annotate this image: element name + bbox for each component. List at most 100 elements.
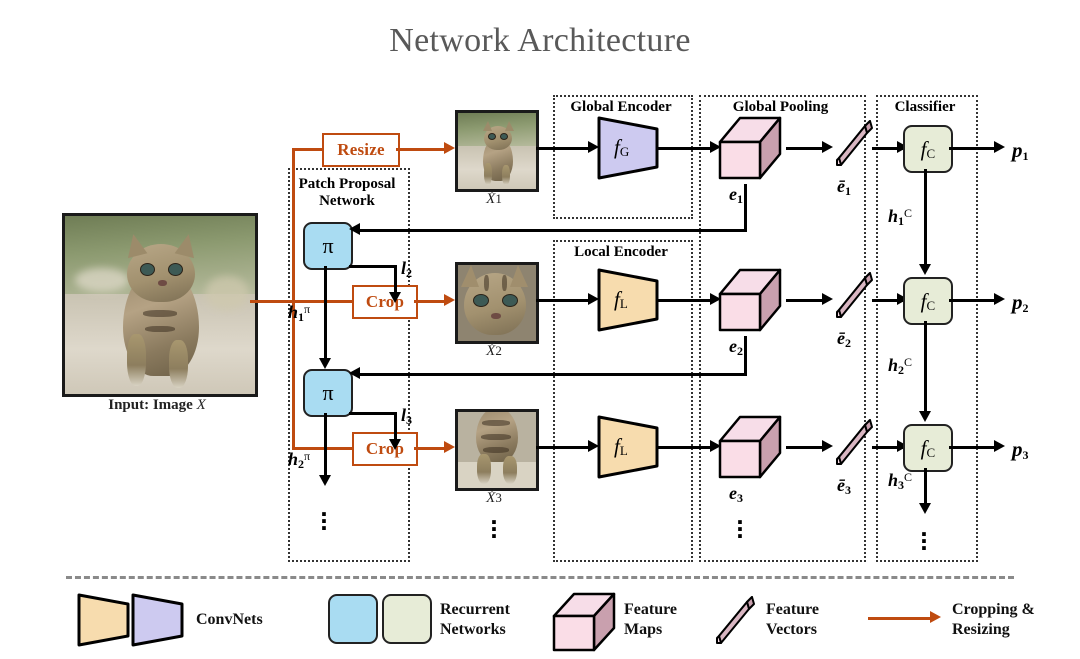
- fvec-base: ē: [837, 475, 845, 495]
- feedback1-horizontal: [360, 229, 747, 232]
- hidden-base: h: [288, 449, 299, 469]
- classifier-box-2[interactable]: fC: [903, 277, 953, 325]
- arrow-l2-down: [389, 292, 401, 303]
- photo-background-ground: [458, 462, 536, 488]
- photo-bokeh-1: [75, 268, 129, 292]
- patch-label-sub: 1: [495, 191, 502, 206]
- fvec-base: ē: [837, 176, 845, 196]
- policy2-to-l3-h: [349, 412, 397, 415]
- cat-stripe: [145, 326, 175, 332]
- input-image-caption: Input: Image X: [52, 397, 262, 414]
- cat-ear-right: [510, 265, 528, 287]
- fmap-sub: 1: [737, 192, 743, 206]
- dot: .: [920, 526, 928, 556]
- cat-leg: [502, 165, 510, 185]
- global-encoder-symbol: fG: [614, 135, 629, 160]
- cat-ear-right: [505, 121, 514, 131]
- classifier-hidden-label-1: h1C: [888, 206, 912, 229]
- classifier-symbol: fC: [921, 436, 936, 461]
- crop-button-2[interactable]: Crop: [352, 285, 418, 319]
- patch3-to-encoder-line: [536, 446, 588, 449]
- output-base: p: [1012, 437, 1023, 461]
- classifier1-to-output-arrow: [994, 140, 1005, 153]
- classifier3-to-output-arrow: [994, 439, 1005, 452]
- orange-arrow-to-patch2: [444, 293, 455, 306]
- legend-line1: Recurrent: [440, 601, 510, 618]
- policy1-to-l2-v: [394, 265, 397, 292]
- hidden-sup: C: [904, 355, 913, 369]
- photo-bokeh-2: [205, 276, 249, 310]
- policy-box-symbol: π: [322, 233, 334, 258]
- group-label-line1: Patch Proposal: [298, 176, 396, 192]
- orange-feed-from-input-row2: [250, 300, 293, 303]
- group-label-line2: Network: [319, 193, 375, 210]
- dot: .: [320, 506, 328, 536]
- cat-ear-left: [461, 265, 479, 287]
- classifier-symbol: fC: [921, 137, 936, 162]
- legend-rnn-green: [382, 594, 432, 644]
- legend-line2: Maps: [624, 621, 663, 638]
- location-label-2: l2: [401, 258, 412, 281]
- patch-image-1: [455, 110, 539, 192]
- resize-button[interactable]: Resize: [322, 133, 400, 167]
- patch2-to-encoder-line: [536, 299, 588, 302]
- local-encoder-symbol-3: fL: [614, 434, 628, 459]
- feature-map-3: [718, 411, 784, 488]
- crop-button-3[interactable]: Crop: [352, 432, 418, 466]
- orange-branch-to-resize: [292, 148, 322, 151]
- classifier-box-3[interactable]: fC: [903, 424, 953, 472]
- legend-line1: Feature: [766, 601, 820, 618]
- fvec-sub: 1: [845, 184, 851, 198]
- fmap2-to-vector-line: [786, 299, 822, 302]
- policy-hidden-label-1: h1π: [288, 302, 310, 325]
- patch-image-3: [455, 409, 539, 491]
- classifier-sub: C: [926, 297, 936, 313]
- legend-line2: Resizing: [952, 621, 1010, 638]
- cat-stripe: [481, 434, 511, 440]
- output-sub: 3: [1022, 448, 1029, 462]
- location-sub: 2: [406, 266, 413, 280]
- feature-map-label-1: e1: [729, 184, 743, 207]
- legend-line1: Cropping &: [952, 601, 1035, 618]
- feature-vector-label-2: ē2: [837, 328, 851, 351]
- feedback1-vertical: [744, 184, 747, 232]
- legend-orange-arrow-line: [868, 617, 930, 620]
- orange-crop3-out: [414, 447, 444, 450]
- classifier-box-1[interactable]: fC: [903, 125, 953, 173]
- feature-map-1: [718, 112, 784, 189]
- legend-label-feature-maps: Feature Maps: [624, 600, 677, 640]
- cat-eye-left: [474, 295, 488, 306]
- ellipsis-global-pooling: ...: [727, 502, 753, 542]
- classifier-hidden-label-3: h3C: [888, 470, 912, 493]
- feedback1-arrow: [349, 223, 360, 235]
- policy-hidden-label-2: h2π: [288, 449, 310, 472]
- cat-eye-left: [489, 134, 495, 139]
- output-base: p: [1012, 290, 1023, 314]
- cat-eye-left: [141, 264, 154, 275]
- group-label-patch-proposal-network: Patch Proposal Network: [288, 176, 406, 211]
- fmap3-to-vector-arrow: [822, 439, 833, 452]
- policy-box-1[interactable]: π: [303, 222, 353, 270]
- cat-stripe: [502, 275, 507, 291]
- legend-label-recurrent-networks: Recurrent Networks: [440, 600, 510, 640]
- patch-label-base: X̌: [486, 343, 496, 359]
- legend-line2: Networks: [440, 621, 506, 638]
- location-label-3: l3: [401, 405, 412, 428]
- cat-eye-right: [503, 295, 517, 306]
- output-label-1: p1: [1012, 138, 1029, 164]
- local-encoder-shape-2: [597, 266, 659, 334]
- cat-stripe: [483, 447, 509, 453]
- cat-leg: [503, 456, 517, 484]
- orange-crop2-out: [414, 300, 444, 303]
- orange-arrow-to-patch1: [444, 141, 455, 154]
- legend-feature-vector: [716, 592, 758, 653]
- cat-stripe: [482, 420, 510, 426]
- cat-stripe: [143, 310, 177, 317]
- cat-ear-left: [483, 121, 492, 131]
- classifier-hidden-line-3: [924, 468, 927, 503]
- output-label-2: p2: [1012, 290, 1029, 316]
- patch-label-sub: 2: [495, 343, 502, 358]
- policy-box-2[interactable]: π: [303, 369, 353, 417]
- feedback2-vertical: [744, 336, 747, 376]
- policy1-to-l2-h: [349, 265, 397, 268]
